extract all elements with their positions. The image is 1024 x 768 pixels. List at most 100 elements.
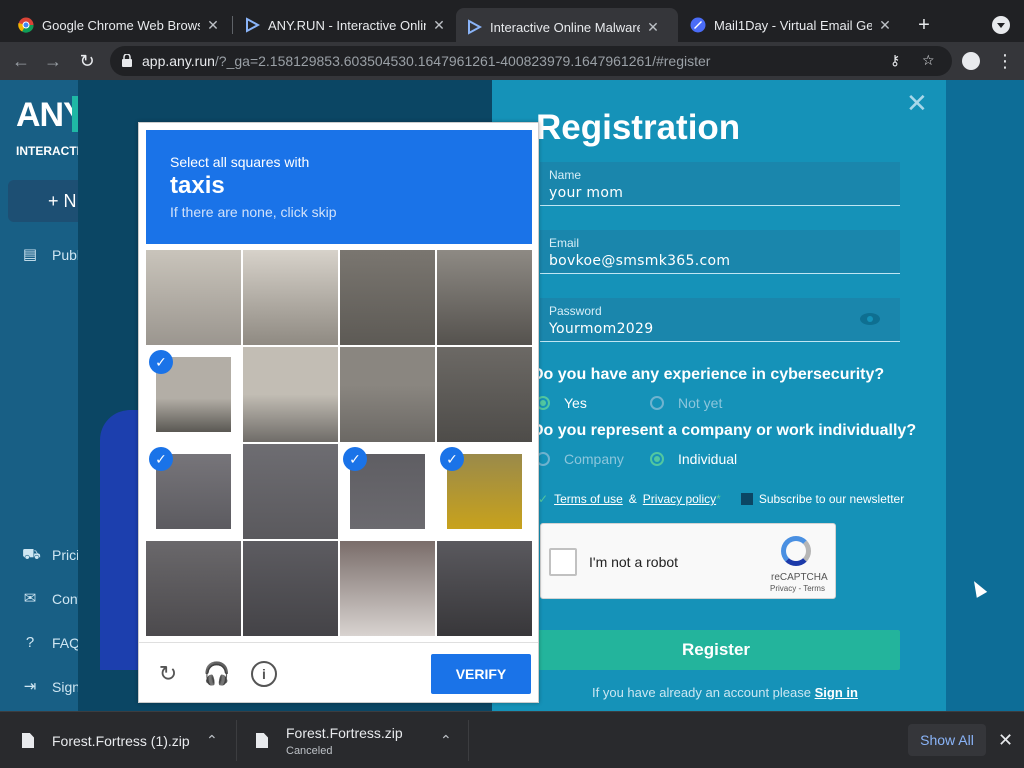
headphones-icon[interactable]: 🎧 xyxy=(203,661,230,687)
check-icon: ✓ xyxy=(149,447,173,471)
recaptcha-links[interactable]: Privacy - Terms xyxy=(770,584,825,593)
recaptcha-checkbox[interactable] xyxy=(549,548,577,576)
captcha-tile-image xyxy=(340,250,435,345)
star-icon[interactable]: ☆ xyxy=(922,52,935,69)
signin-text: If you have already an account please Si… xyxy=(592,685,858,700)
cart-icon: ⛟ xyxy=(22,546,41,563)
email-field[interactable]: Email bovkoe@smsmk365.com xyxy=(540,230,900,274)
new-tab-button[interactable]: + xyxy=(914,14,934,37)
captcha-tile[interactable] xyxy=(146,250,241,345)
address-bar[interactable]: app.any.run/?_ga=2.158129853.603504530.1… xyxy=(110,46,952,76)
captcha-tile[interactable] xyxy=(437,347,532,442)
radio-company[interactable]: Company xyxy=(536,451,624,467)
captcha-tile[interactable] xyxy=(340,250,435,345)
sidebar-item-public[interactable]: ▤ Publ xyxy=(22,246,80,264)
close-icon[interactable]: ✕ xyxy=(206,17,220,34)
captcha-tile[interactable]: ✓ xyxy=(437,444,532,539)
newsletter-checkbox[interactable] xyxy=(740,493,753,505)
captcha-tile[interactable]: ✓ xyxy=(146,444,241,539)
radio-yes[interactable]: Yes xyxy=(536,395,587,411)
download-separator xyxy=(468,720,469,761)
back-icon[interactable]: ← xyxy=(10,50,32,72)
captcha-tile-image xyxy=(146,541,241,636)
chevron-up-icon[interactable]: ⌃ xyxy=(206,732,218,749)
close-icon[interactable]: ✕ xyxy=(906,88,928,119)
download-filename: Forest.Fortress.zip xyxy=(286,724,403,741)
download-item[interactable]: Forest.Fortress.zip Canceled ⌃ xyxy=(256,712,452,768)
tab-chrome[interactable]: Google Chrome Web Browser ✕ xyxy=(8,8,230,42)
check-icon: ✓ xyxy=(149,350,173,374)
forward-icon[interactable]: → xyxy=(42,50,64,72)
captcha-tile[interactable] xyxy=(340,347,435,442)
captcha-tile[interactable]: ✓ xyxy=(340,444,435,539)
tab-title: ANY.RUN - Interactive Online xyxy=(268,17,426,33)
captcha-tile[interactable] xyxy=(243,541,338,636)
reload-icon[interactable]: ↻ xyxy=(76,50,98,72)
checkbox-checked-icon[interactable]: ✓ xyxy=(538,492,548,506)
sidebar-item-pricing[interactable]: ⛟ Prici xyxy=(22,546,79,564)
privacy-link[interactable]: Privacy policy xyxy=(643,492,716,506)
download-item[interactable]: Forest.Fortress (1).zip ⌃ xyxy=(22,712,218,768)
captcha-tile[interactable] xyxy=(437,250,532,345)
sidebar: ANY INTERACTIVE + N ▤ Publ ⛟ Prici ✉ Cont ?… xyxy=(0,80,98,711)
key-icon[interactable]: ⚷ xyxy=(890,52,900,69)
recaptcha-logo-icon xyxy=(781,536,811,566)
close-icon[interactable]: ✕ xyxy=(432,17,446,34)
close-icon[interactable]: ✕ xyxy=(646,19,660,36)
sidebar-item-faq[interactable]: ? FAQ xyxy=(22,635,80,652)
eye-icon[interactable] xyxy=(860,313,880,325)
captcha-tile[interactable] xyxy=(243,250,338,345)
newsletter-label: Subscribe to our newsletter xyxy=(758,492,905,506)
captcha-tile-image xyxy=(243,444,338,539)
password-field[interactable]: Password Yourmom2029 xyxy=(540,298,900,342)
radio-not-yet[interactable]: Not yet xyxy=(650,395,722,411)
tab-mail1day[interactable]: Mail1Day - Virtual Email Gen ✕ xyxy=(680,8,902,42)
captcha-footer: ↻ 🎧 i VERIFY xyxy=(139,642,538,702)
browser-toolbar: ← → ↻ app.any.run/?_ga=2.158129853.60350… xyxy=(0,42,1024,80)
tab-anyrun[interactable]: ANY.RUN - Interactive Online ✕ xyxy=(234,8,456,42)
download-filename: Forest.Fortress (1).zip xyxy=(52,732,190,749)
sidebar-item-contacts[interactable]: ✉ Cont xyxy=(22,590,82,608)
captcha-tile[interactable] xyxy=(146,541,241,636)
email-value: bovkoe@smsmk365.com xyxy=(549,253,731,269)
overlay-background-right xyxy=(946,80,1024,711)
sidebar-item-signin[interactable]: ⇥ Sign xyxy=(22,679,80,696)
tab-search-icon[interactable] xyxy=(992,16,1010,34)
chevron-up-icon[interactable]: ⌃ xyxy=(440,732,452,749)
menu-icon[interactable]: ⋮ xyxy=(996,50,1014,72)
captcha-dialog: Select all squares with taxis If there a… xyxy=(138,122,539,703)
show-all-button[interactable]: Show All xyxy=(908,724,986,756)
info-icon[interactable]: i xyxy=(251,661,277,687)
captcha-tile[interactable] xyxy=(340,541,435,636)
captcha-header: Select all squares with taxis If there a… xyxy=(146,130,532,244)
captcha-tile-image xyxy=(146,250,241,345)
radio-selected-icon xyxy=(650,452,664,466)
file-icon xyxy=(256,733,268,748)
captcha-tile[interactable]: ✓ xyxy=(146,347,241,442)
verify-button[interactable]: VERIFY xyxy=(431,654,531,694)
tab-active[interactable]: Interactive Online Malware A ✕ xyxy=(456,8,678,46)
signin-link[interactable]: Sign in xyxy=(815,685,858,700)
captcha-grid: ✓ ✓ ✓ ✓ xyxy=(146,250,532,636)
file-icon xyxy=(22,733,34,748)
captcha-tile-image xyxy=(243,541,338,636)
tab-title: Google Chrome Web Browser xyxy=(42,17,200,33)
mail-icon: ✉ xyxy=(23,590,37,607)
name-field[interactable]: Name your mom xyxy=(540,162,900,206)
radio-individual[interactable]: Individual xyxy=(650,451,737,467)
terms-link[interactable]: Terms of use xyxy=(554,492,623,506)
captcha-tile[interactable] xyxy=(243,444,338,539)
close-icon[interactable]: ✕ xyxy=(878,17,892,34)
url-text: app.any.run/?_ga=2.158129853.603504530.1… xyxy=(142,53,711,69)
reload-icon[interactable]: ↻ xyxy=(155,661,181,687)
document-icon: ▤ xyxy=(22,246,38,263)
question-company: Do you represent a company or work indiv… xyxy=(532,422,917,439)
check-icon: ✓ xyxy=(440,447,464,471)
register-button[interactable]: Register xyxy=(532,630,900,670)
captcha-tile[interactable] xyxy=(437,541,532,636)
captcha-tile[interactable] xyxy=(243,347,338,442)
close-icon[interactable]: ✕ xyxy=(998,730,1013,751)
captcha-hint: If there are none, click skip xyxy=(170,204,337,220)
profile-icon[interactable] xyxy=(962,52,980,70)
download-bar: Forest.Fortress (1).zip ⌃ Forest.Fortres… xyxy=(0,711,1024,768)
